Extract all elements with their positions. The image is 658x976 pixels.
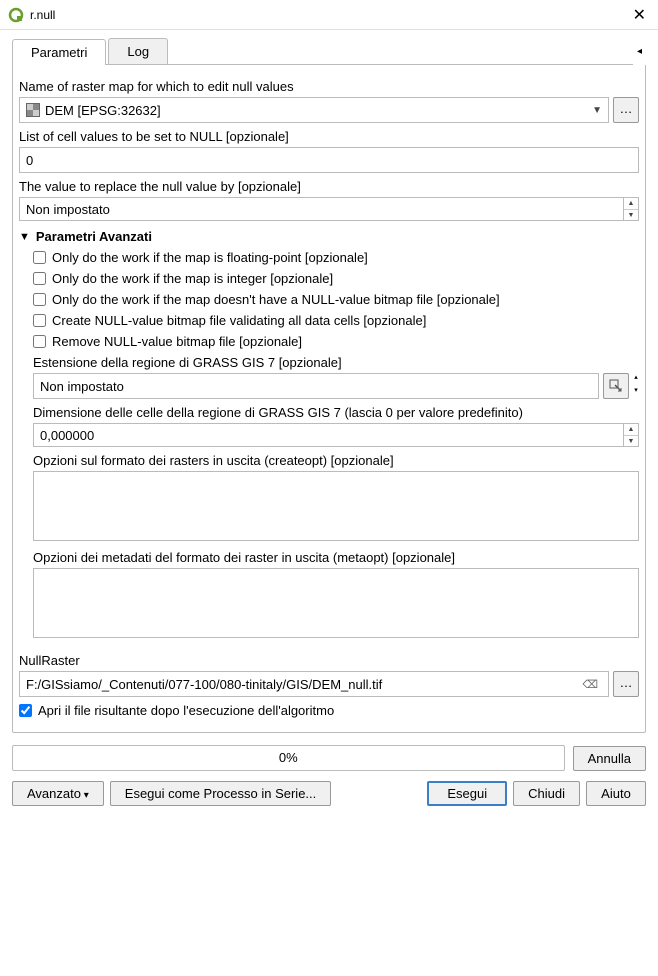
region-up-icon[interactable]: ▴ bbox=[633, 373, 639, 386]
null-list-label: List of cell values to be set to NULL [o… bbox=[19, 129, 639, 144]
chk-create-bitmap[interactable] bbox=[33, 314, 46, 327]
region-ext-map-button[interactable] bbox=[603, 373, 629, 399]
advanced-button[interactable]: Avanzato bbox=[12, 781, 104, 806]
collapse-right-icon[interactable]: ◂ bbox=[633, 46, 646, 57]
region-down-icon[interactable]: ▾ bbox=[633, 386, 639, 399]
close-button[interactable]: Chiudi bbox=[513, 781, 580, 806]
raster-browse-button[interactable]: … bbox=[613, 97, 639, 123]
chk-no-bitmap-label: Only do the work if the map doesn't have… bbox=[52, 292, 500, 307]
null-list-input[interactable] bbox=[19, 147, 639, 173]
chk-float-label: Only do the work if the map is floating-… bbox=[52, 250, 368, 265]
close-icon[interactable]: ✕ bbox=[629, 5, 650, 25]
parameters-panel: Name of raster map for which to edit nul… bbox=[12, 65, 646, 733]
extent-select-icon bbox=[609, 379, 623, 393]
progress-bar: 0% bbox=[12, 745, 565, 771]
chk-create-bitmap-label: Create NULL-value bitmap file validating… bbox=[52, 313, 426, 328]
replace-input[interactable] bbox=[19, 197, 623, 221]
chk-integer[interactable] bbox=[33, 272, 46, 285]
tab-bar: Parametri Log bbox=[12, 38, 633, 65]
replace-label: The value to replace the null value by [… bbox=[19, 179, 639, 194]
raster-layer-icon bbox=[26, 103, 40, 117]
cell-size-input[interactable] bbox=[33, 423, 623, 447]
chk-no-bitmap[interactable] bbox=[33, 293, 46, 306]
output-browse-button[interactable]: … bbox=[613, 671, 639, 697]
chk-remove-bitmap-label: Remove NULL-value bitmap file [opzionale… bbox=[52, 334, 302, 349]
output-path-value: F:/GISsiamo/_Contenuti/077-100/080-tinit… bbox=[26, 677, 578, 692]
output-label: NullRaster bbox=[19, 653, 639, 668]
cell-size-spinner[interactable]: ▲▼ bbox=[623, 423, 639, 447]
output-path-field[interactable]: F:/GISsiamo/_Contenuti/077-100/080-tinit… bbox=[19, 671, 609, 697]
metaopt-label: Opzioni dei metadati del formato dei ras… bbox=[33, 550, 639, 565]
region-ext-label: Estensione della regione di GRASS GIS 7 … bbox=[33, 355, 639, 370]
createopt-label: Opzioni sul formato dei rasters in uscit… bbox=[33, 453, 639, 468]
advanced-toggle[interactable]: ▼ Parametri Avanzati bbox=[19, 229, 639, 244]
replace-spinner[interactable]: ▲▼ bbox=[623, 197, 639, 221]
tab-log[interactable]: Log bbox=[108, 38, 168, 64]
qgis-icon bbox=[8, 7, 24, 23]
cancel-button[interactable]: Annulla bbox=[573, 746, 646, 771]
run-button[interactable]: Esegui bbox=[427, 781, 507, 806]
raster-combo[interactable]: DEM [EPSG:32632] ▼ bbox=[19, 97, 609, 123]
chk-integer-label: Only do the work if the map is integer [… bbox=[52, 271, 333, 286]
open-after-label: Apri il file risultante dopo l'esecuzion… bbox=[38, 703, 334, 718]
tab-parameters[interactable]: Parametri bbox=[12, 39, 106, 65]
metaopt-textarea[interactable] bbox=[33, 568, 639, 638]
region-ext-input[interactable] bbox=[33, 373, 599, 399]
createopt-textarea[interactable] bbox=[33, 471, 639, 541]
raster-value: DEM [EPSG:32632] bbox=[45, 103, 592, 118]
open-after-checkbox[interactable] bbox=[19, 704, 32, 717]
batch-button[interactable]: Esegui come Processo in Serie... bbox=[110, 781, 331, 806]
chk-float[interactable] bbox=[33, 251, 46, 264]
titlebar: r.null ✕ bbox=[0, 0, 658, 30]
triangle-down-icon: ▼ bbox=[19, 231, 30, 243]
chk-remove-bitmap[interactable] bbox=[33, 335, 46, 348]
clear-icon[interactable]: ⌫ bbox=[578, 678, 602, 691]
advanced-header-label: Parametri Avanzati bbox=[36, 229, 152, 244]
raster-label: Name of raster map for which to edit nul… bbox=[19, 79, 639, 94]
chevron-down-icon: ▼ bbox=[592, 105, 602, 116]
window-title: r.null bbox=[30, 8, 629, 22]
cell-size-label: Dimensione delle celle della regione di … bbox=[33, 405, 639, 420]
help-button[interactable]: Aiuto bbox=[586, 781, 646, 806]
